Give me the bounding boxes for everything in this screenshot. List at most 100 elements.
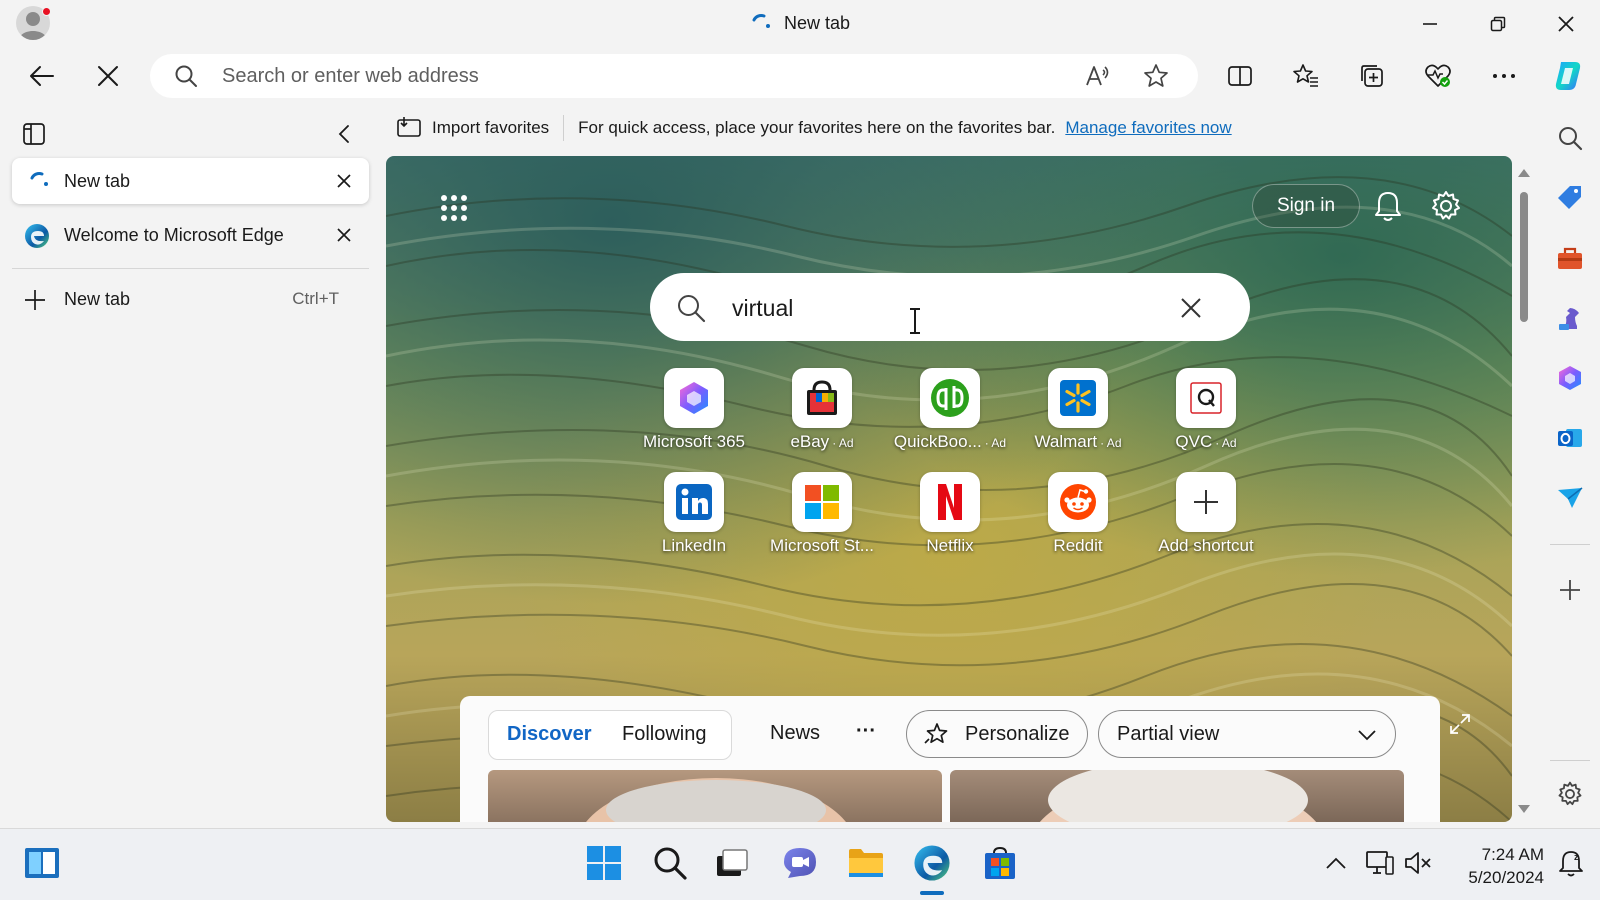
page-settings-button[interactable] <box>1426 186 1466 226</box>
tab-discover[interactable]: Discover <box>507 723 592 746</box>
tab-actions-button[interactable] <box>18 118 50 150</box>
news-card-image[interactable] <box>950 770 1404 822</box>
notifications-center-button[interactable]: z <box>1548 839 1596 887</box>
favorites-button[interactable] <box>1286 56 1326 96</box>
edge-logo-icon <box>25 224 49 248</box>
manage-favorites-link[interactable]: Manage favorites now <box>1065 118 1231 138</box>
microsoft-store-icon <box>985 846 1015 879</box>
address-bar[interactable] <box>150 54 1198 98</box>
shortcut-linkedin[interactable]: LinkedIn <box>630 472 758 564</box>
feed-tabs: Discover Following <box>488 710 732 760</box>
volume-button[interactable] <box>1394 839 1442 887</box>
shortcut-label: QVC <box>1175 432 1213 451</box>
sidebar-add-app-button[interactable] <box>1552 572 1588 608</box>
sidebar-shopping-button[interactable] <box>1552 180 1588 216</box>
shortcut-qvc[interactable]: QVC · Ad <box>1142 368 1270 460</box>
shortcut-microsoft-store[interactable]: Microsoft St... <box>758 472 886 564</box>
sidebar-search-button[interactable] <box>1552 120 1588 156</box>
loading-spinner-icon <box>30 172 48 186</box>
notifications-button[interactable] <box>1368 186 1408 226</box>
stop-loading-button[interactable] <box>88 56 128 96</box>
windows-logo-icon <box>587 846 621 880</box>
address-input[interactable] <box>222 64 982 88</box>
shortcut-reddit[interactable]: Reddit <box>1014 472 1142 564</box>
sidebar-settings-button[interactable] <box>1552 776 1588 812</box>
teams-chat-button[interactable] <box>776 839 824 887</box>
tab-new-tab[interactable]: New tab <box>12 158 369 204</box>
favorites-list-icon <box>1293 64 1318 87</box>
shortcut-walmart[interactable]: Walmart · Ad <box>1014 368 1142 460</box>
favorites-bar-message: For quick access, place your favorites h… <box>578 118 1056 137</box>
tab-following[interactable]: Following <box>622 723 706 746</box>
scroll-down-arrow-icon <box>1518 805 1530 813</box>
import-icon <box>397 117 421 137</box>
microsoft-store-taskbar-button[interactable] <box>976 839 1024 887</box>
browser-essentials-button[interactable] <box>1418 56 1458 96</box>
divider <box>563 115 565 141</box>
read-aloud-button[interactable] <box>1082 60 1114 92</box>
settings-and-more-button[interactable] <box>1484 56 1524 96</box>
show-hidden-icons-button[interactable] <box>1312 839 1360 887</box>
close-window-button[interactable] <box>1546 8 1586 40</box>
arrow-left-icon <box>30 66 54 86</box>
tab-welcome-to-microsoft-edge[interactable]: Welcome to Microsoft Edge <box>12 212 369 258</box>
split-screen-button[interactable] <box>1220 56 1260 96</box>
copilot-button[interactable] <box>1548 56 1588 96</box>
close-tab-button[interactable] <box>329 220 359 250</box>
minimize-button[interactable] <box>1410 8 1450 40</box>
microsoft-365-icon <box>664 368 724 428</box>
favorites-bar: Import favorites For quick access, place… <box>396 112 1232 144</box>
sidebar-microsoft-365-button[interactable] <box>1552 360 1588 396</box>
shortcut-label: Add shortcut <box>1158 536 1254 555</box>
web-search-box[interactable] <box>650 273 1250 341</box>
view-mode-select[interactable]: Partial view <box>1098 710 1396 758</box>
new-tab-label: New tab <box>64 288 131 309</box>
personalize-button[interactable]: Personalize <box>906 710 1088 758</box>
add-shortcut-button[interactable]: Add shortcut <box>1142 472 1270 564</box>
more-feed-tabs-button[interactable]: ··· <box>856 720 876 743</box>
scrollbar-thumb[interactable] <box>1520 192 1528 322</box>
add-favorite-button[interactable] <box>1140 60 1172 92</box>
shortcut-ebay[interactable]: eBay · Ad <box>758 368 886 460</box>
widgets-button[interactable] <box>18 839 66 887</box>
more-horizontal-icon <box>1493 74 1515 78</box>
shortcut-microsoft-365[interactable]: Microsoft 365 <box>630 368 758 460</box>
task-view-button[interactable] <box>708 839 756 887</box>
sidebar-drop-button[interactable] <box>1552 480 1588 516</box>
restore-button[interactable] <box>1478 8 1518 40</box>
close-icon <box>98 66 118 86</box>
new-tab-button[interactable]: New tab Ctrl+T <box>12 276 369 322</box>
search-input[interactable] <box>732 293 1152 323</box>
taskbar-search-button[interactable] <box>646 839 694 887</box>
taskbar: 7:24 AM 5/20/2024 z <box>0 828 1600 900</box>
shortcut-quickbooks[interactable]: QuickBoo... · Ad <box>886 368 1014 460</box>
scroll-up-arrow-icon <box>1518 169 1530 177</box>
shortcut-label: Walmart <box>1034 432 1098 451</box>
grid-dots-icon <box>441 195 467 221</box>
edge-taskbar-button[interactable] <box>908 839 956 895</box>
sign-in-button[interactable]: Sign in <box>1252 184 1360 228</box>
page-scrollbar[interactable] <box>1512 160 1536 824</box>
close-tab-button[interactable] <box>329 166 359 196</box>
back-button[interactable] <box>22 56 62 96</box>
sidebar-outlook-button[interactable] <box>1552 420 1588 456</box>
system-clock[interactable]: 7:24 AM 5/20/2024 <box>1468 843 1544 889</box>
chevron-down-icon <box>1358 730 1376 741</box>
start-button[interactable] <box>580 839 628 887</box>
expand-feed-button[interactable] <box>1444 708 1476 740</box>
sidebar-tools-button[interactable] <box>1552 240 1588 276</box>
collapse-pane-button[interactable] <box>328 118 360 150</box>
bell-icon <box>1375 192 1401 221</box>
chat-icon <box>784 848 816 878</box>
file-explorer-button[interactable] <box>842 839 890 887</box>
clear-search-button[interactable] <box>1176 293 1206 323</box>
shortcut-label: Microsoft St... <box>770 536 874 555</box>
ad-badge: · Ad <box>1100 436 1122 450</box>
import-favorites-button[interactable]: Import favorites <box>396 116 549 140</box>
collections-button[interactable] <box>1352 56 1392 96</box>
tab-news[interactable]: News <box>770 722 820 745</box>
shortcut-netflix[interactable]: Netflix <box>886 472 1014 564</box>
sidebar-games-button[interactable] <box>1552 300 1588 336</box>
news-card-image[interactable] <box>488 770 942 822</box>
apps-launcher-button[interactable] <box>436 190 472 226</box>
